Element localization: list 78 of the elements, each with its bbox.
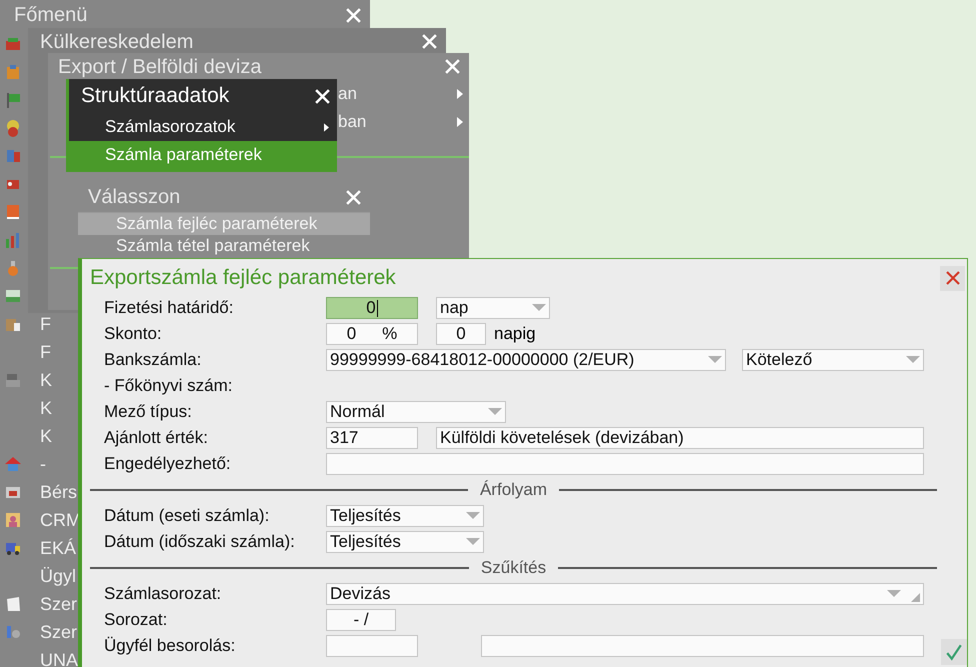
menu-item[interactable]: - bbox=[40, 454, 46, 474]
dropdown[interactable]: Normál bbox=[326, 401, 506, 423]
close-icon bbox=[944, 270, 960, 286]
bag-icon[interactable] bbox=[4, 63, 22, 81]
person-icon[interactable] bbox=[4, 511, 22, 529]
flag-icon[interactable] bbox=[4, 91, 22, 109]
menu-item[interactable]: Számla fejléc paraméterek bbox=[78, 213, 370, 235]
close-icon[interactable] bbox=[314, 88, 331, 104]
input-field[interactable] bbox=[326, 635, 418, 657]
dropdown[interactable]: 99999999-68418012-00000000 (2/EUR) bbox=[326, 349, 726, 371]
book-icon[interactable] bbox=[4, 203, 22, 221]
menu-item[interactable]: K bbox=[40, 370, 52, 390]
input-field[interactable] bbox=[326, 453, 924, 475]
image-icon[interactable] bbox=[4, 287, 22, 305]
unit-label: napig bbox=[494, 324, 536, 344]
menu-item[interactable]: Szer bbox=[40, 622, 78, 642]
menu-item[interactable]: Számla tétel paraméterek bbox=[78, 235, 370, 257]
menu-item[interactable]: Számlasorozatok bbox=[69, 113, 337, 141]
caret-icon bbox=[906, 356, 920, 364]
section-title: Szűkítés bbox=[480, 558, 546, 578]
dropdown[interactable]: Kötelező bbox=[742, 349, 924, 371]
confirm-button[interactable] bbox=[941, 639, 967, 665]
coins-icon[interactable] bbox=[4, 119, 22, 137]
caret-icon bbox=[466, 538, 480, 546]
field-label: Ajánlott érték: bbox=[104, 428, 209, 448]
field-label: Számlasorozat: bbox=[104, 584, 222, 604]
menu-title: Struktúraadatok bbox=[81, 84, 230, 108]
dialog-title: Exportszámla fejléc paraméterek bbox=[90, 266, 396, 290]
input-field[interactable]: 0 % bbox=[326, 323, 418, 345]
caret-icon bbox=[532, 304, 546, 312]
menu-item[interactable]: an bbox=[338, 84, 457, 104]
menu-item[interactable]: ban bbox=[338, 112, 457, 132]
menu-item[interactable]: Bérs bbox=[40, 482, 78, 502]
house-icon[interactable] bbox=[4, 455, 22, 473]
bar-chart-icon[interactable] bbox=[4, 231, 22, 249]
menu-item[interactable]: F bbox=[40, 314, 51, 334]
field-label: Dátum (időszaki számla): bbox=[104, 532, 296, 552]
window-title: Export / Belföldi deviza bbox=[58, 54, 262, 78]
resize-grip-icon[interactable] bbox=[911, 593, 920, 602]
section-title: Árfolyam bbox=[480, 480, 548, 500]
field-label: Bankszámla: bbox=[104, 350, 202, 370]
menu-item[interactable]: K bbox=[40, 398, 52, 418]
field-label: Engedélyezhető: bbox=[104, 454, 232, 474]
caret-icon bbox=[488, 408, 502, 416]
field-label: Mező típus: bbox=[104, 402, 193, 422]
dropdown[interactable]: Devizás bbox=[326, 583, 924, 605]
menu-item[interactable]: Számla paraméterek bbox=[69, 141, 337, 169]
menu-item[interactable]: Ügyl bbox=[40, 566, 76, 586]
dropdown[interactable]: Teljesítés bbox=[326, 531, 484, 553]
input-field[interactable]: Külföldi követelések (devizában) bbox=[436, 427, 924, 449]
field-label: Dátum (eseti számla): bbox=[104, 506, 270, 526]
field-label: Sorozat: bbox=[104, 610, 168, 630]
basket-icon[interactable] bbox=[4, 35, 22, 53]
window-title: Főmenü bbox=[14, 3, 88, 27]
menu-item[interactable]: Szer bbox=[40, 594, 78, 614]
menu-item[interactable]: F bbox=[40, 342, 51, 362]
paper-icon[interactable] bbox=[4, 595, 22, 613]
caret-icon bbox=[887, 590, 901, 598]
field-label: Fizetési határidő: bbox=[104, 298, 234, 318]
input-field[interactable]: 0 bbox=[436, 323, 486, 345]
group-label: - Főkönyvi szám: bbox=[104, 376, 234, 396]
input-field[interactable]: - / bbox=[326, 609, 396, 631]
input-field[interactable] bbox=[481, 635, 924, 657]
menu-item[interactable]: EKÁ bbox=[40, 538, 76, 558]
caret-icon bbox=[708, 356, 722, 364]
dropdown[interactable]: Teljesítés bbox=[326, 505, 484, 527]
menu-item[interactable]: K bbox=[40, 426, 52, 446]
input-field[interactable]: 0 bbox=[326, 297, 418, 319]
window-title: Külkereskedelem bbox=[40, 30, 194, 54]
check-icon bbox=[945, 643, 963, 661]
dropdown[interactable]: nap bbox=[436, 297, 550, 319]
window-title: Válasszon bbox=[88, 185, 180, 209]
field-label: Skonto: bbox=[104, 324, 163, 344]
caret-icon bbox=[466, 512, 480, 520]
field-label: Ügyfél besorolás: bbox=[104, 636, 236, 656]
menu-item[interactable]: UNA bbox=[40, 650, 78, 667]
close-button[interactable] bbox=[940, 266, 965, 290]
input-field[interactable]: 317 bbox=[326, 427, 418, 449]
